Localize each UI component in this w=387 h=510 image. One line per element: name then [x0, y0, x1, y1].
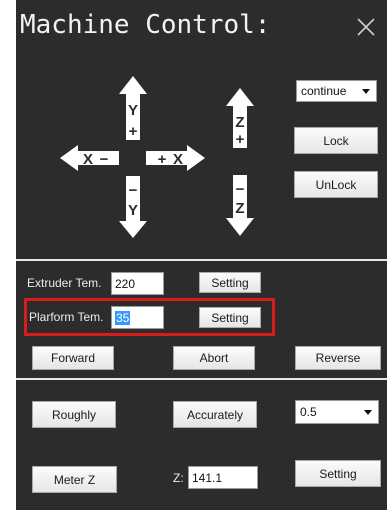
z-minus-button[interactable]: − Z	[226, 175, 254, 236]
extruder-temp-label: Extruder Tem.	[27, 276, 102, 290]
divider	[16, 378, 387, 380]
x-plus-label: X	[173, 151, 183, 168]
z-minus-sign: −	[236, 181, 245, 198]
z-plus-label: Z	[235, 114, 244, 131]
x-plus-sign: +	[158, 151, 167, 168]
x-minus-sign: −	[100, 151, 109, 168]
unlock-button[interactable]: UnLock	[294, 171, 378, 198]
step-size-value: 0.5	[300, 405, 317, 419]
y-plus-button[interactable]: Y +	[119, 76, 147, 140]
extruder-setting-button[interactable]: Setting	[199, 272, 261, 293]
roughly-button[interactable]: Roughly	[32, 401, 116, 428]
platform-temp-value: 35	[115, 310, 131, 325]
platform-temp-input[interactable]: 35	[111, 306, 164, 329]
y-minus-button[interactable]: − Y	[119, 176, 147, 238]
lock-button[interactable]: Lock	[294, 127, 378, 154]
x-minus-button[interactable]: X −	[60, 145, 119, 171]
chevron-down-icon	[364, 410, 372, 415]
close-icon[interactable]	[355, 16, 377, 38]
move-mode-value: continue	[301, 84, 347, 98]
z-minus-label: Z	[235, 200, 244, 217]
y-minus-label: Y	[128, 202, 138, 219]
meter-z-button[interactable]: Meter Z	[32, 466, 117, 493]
forward-button[interactable]: Forward	[32, 346, 114, 370]
machine-control-window: Machine Control: Y + − Y X − + X Z + − Z…	[16, 0, 387, 510]
step-size-select[interactable]: 0.5	[295, 400, 379, 424]
accurately-button[interactable]: Accurately	[173, 401, 257, 428]
abort-button[interactable]: Abort	[173, 346, 255, 370]
reverse-button[interactable]: Reverse	[295, 346, 381, 370]
platform-setting-button[interactable]: Setting	[199, 307, 261, 328]
z-plus-sign: +	[236, 131, 245, 148]
x-minus-label: X	[83, 151, 93, 168]
y-plus-label: Y	[128, 102, 138, 119]
y-plus-sign: +	[129, 123, 138, 140]
y-minus-sign: −	[129, 182, 138, 199]
z-position-input[interactable]: 141.1	[188, 466, 258, 489]
move-mode-select[interactable]: continue	[296, 80, 377, 102]
divider	[16, 259, 387, 261]
x-plus-button[interactable]: + X	[146, 145, 205, 171]
extruder-temp-input[interactable]: 220	[111, 272, 164, 295]
z-setting-button[interactable]: Setting	[295, 460, 381, 487]
platform-temp-label: Plarform Tem.	[29, 310, 104, 324]
z-position-label: Z:	[173, 471, 184, 485]
jog-pad: Y + − Y X − + X Z + − Z	[60, 76, 254, 238]
z-plus-button[interactable]: Z +	[226, 88, 254, 148]
chevron-down-icon	[362, 89, 370, 94]
